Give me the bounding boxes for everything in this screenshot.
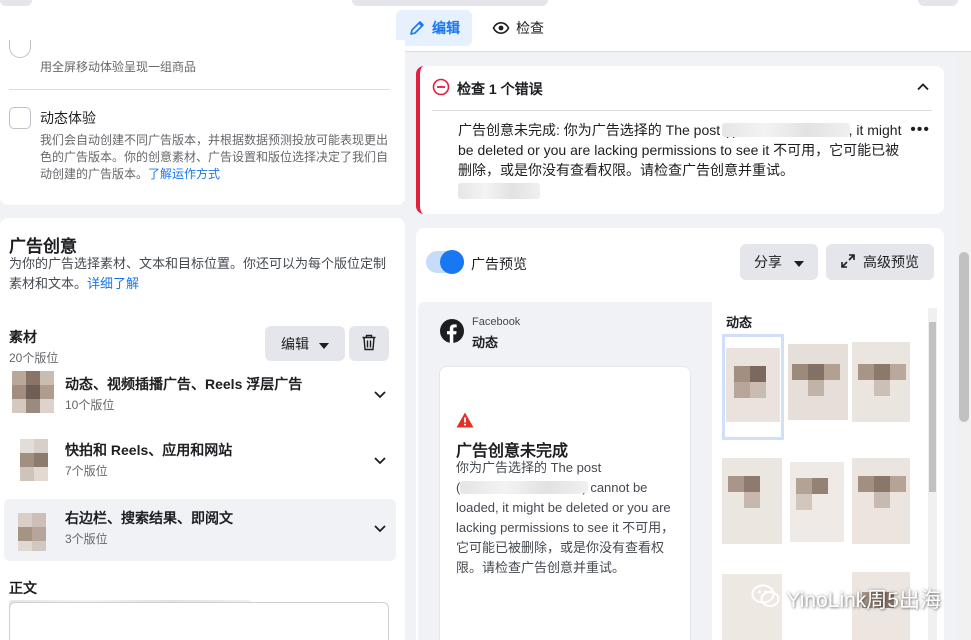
page-scrollbar[interactable] bbox=[957, 52, 971, 640]
radio-option[interactable] bbox=[9, 40, 31, 58]
dynamic-experience-checkbox[interactable] bbox=[9, 107, 31, 129]
preview-error-panel: 广告创意未完成 你为广告选择的 The post () cannot be lo… bbox=[439, 366, 691, 640]
delete-media-button[interactable] bbox=[349, 326, 389, 361]
learn-how-link[interactable]: 了解运作方式 bbox=[148, 167, 220, 181]
share-label: 分享 bbox=[754, 254, 782, 270]
tab-review-label: 检查 bbox=[516, 20, 544, 36]
preview-error-body: 你为广告选择的 The post () cannot be loaded, it… bbox=[456, 460, 675, 575]
topbar-edge bbox=[918, 0, 958, 6]
warning-icon bbox=[456, 412, 474, 431]
redacted-text bbox=[722, 123, 850, 137]
divider bbox=[9, 89, 390, 90]
placement-group-stories[interactable]: 快拍和 Reels、应用和网站 7个版位 bbox=[4, 431, 396, 493]
placement-name: 动态 bbox=[472, 335, 499, 350]
topbar-edge bbox=[0, 0, 32, 6]
placement-group-right-column[interactable]: 右边栏、搜索结果、即阅文 3个版位 bbox=[4, 499, 396, 561]
fullscreen-desc: 用全屏移动体验呈现一组商品 bbox=[40, 60, 197, 74]
tab-edit-label: 编辑 bbox=[432, 20, 460, 36]
redacted-text bbox=[458, 183, 540, 199]
advanced-preview-button[interactable]: 高级预览 bbox=[826, 244, 934, 280]
placement-group-count: 10个版位 bbox=[65, 398, 115, 412]
placement-group-title: 右边栏、搜索结果、即阅文 bbox=[65, 510, 233, 526]
placement-group-feeds[interactable]: 动态、视频插播广告、Reels 浮层广告 10个版位 bbox=[4, 365, 396, 427]
media-count: 20个版位 bbox=[9, 351, 59, 365]
creative-desc: 为你的广告选择素材、文本和目标位置。你还可以为每个版位定制素材和文本。详细了解 bbox=[9, 256, 387, 291]
edit-media-button[interactable]: 编辑 bbox=[265, 326, 345, 361]
media-thumbnail bbox=[12, 371, 56, 421]
chevron-down-icon bbox=[372, 386, 388, 402]
edit-media-label: 编辑 bbox=[281, 335, 309, 352]
caret-down-icon bbox=[319, 336, 329, 352]
body-text-label: 正文 bbox=[9, 580, 37, 596]
chevron-down-icon bbox=[372, 520, 388, 536]
pencil-icon bbox=[408, 19, 426, 37]
placement-group-count: 3个版位 bbox=[65, 532, 108, 546]
share-button[interactable]: 分享 bbox=[740, 244, 818, 280]
topbar-edge bbox=[352, 0, 548, 6]
creative-card: 广告创意 为你的广告选择素材、文本和目标位置。你还可以为每个版位定制素材和文本。… bbox=[0, 218, 405, 640]
ad-preview-label: 广告预览 bbox=[471, 256, 527, 272]
wechat-logo-icon bbox=[751, 583, 781, 615]
tab-review[interactable]: 检查 bbox=[480, 10, 556, 46]
watermark-text: YinoLink周5出海 bbox=[786, 589, 941, 612]
platform-name: Facebook bbox=[472, 316, 521, 328]
format-options-card: 用全屏移动体验呈现一组商品 动态体验 我们会自动创建不同广告版本，并根据数据预测… bbox=[0, 40, 405, 205]
ad-preview-card: 广告预览 分享 高级预览 Facebook 动态 广告创意未完成 你为广告选择的… bbox=[416, 228, 944, 640]
media-label: 素材 bbox=[9, 329, 37, 345]
chevron-down-icon bbox=[372, 452, 388, 468]
advanced-preview-label: 高级预览 bbox=[863, 254, 919, 270]
error-circle-icon bbox=[432, 78, 450, 99]
trash-icon bbox=[361, 334, 377, 354]
eye-icon bbox=[492, 19, 510, 37]
review-title: 检查 1 个错误 bbox=[457, 81, 543, 97]
divider bbox=[432, 110, 932, 111]
chevron-up-icon[interactable] bbox=[916, 80, 930, 97]
caret-down-icon bbox=[794, 254, 804, 270]
dynamic-desc: 我们会自动创建不同广告版本，并根据数据预测投放可能表现更出色的广告版本。你的创意… bbox=[40, 133, 389, 181]
more-options-icon[interactable]: ••• bbox=[910, 122, 930, 138]
media-thumbnail bbox=[12, 505, 56, 555]
facebook-logo-icon bbox=[440, 319, 464, 346]
watermark: YinoLink周5出海 bbox=[751, 583, 941, 615]
expand-icon bbox=[841, 253, 855, 271]
review-error-card: 检查 1 个错误 广告创意未完成: 你为广告选择的 The post ( ) c… bbox=[416, 66, 944, 214]
learn-more-link[interactable]: 详细了解 bbox=[87, 276, 139, 291]
body-text-input[interactable] bbox=[9, 602, 389, 640]
redacted-text bbox=[464, 481, 588, 493]
media-thumbnail bbox=[12, 437, 56, 487]
tab-edit[interactable]: 编辑 bbox=[396, 10, 472, 46]
feed-grid-heading: 动态 bbox=[726, 315, 753, 330]
ad-preview-toggle[interactable] bbox=[426, 250, 464, 274]
placement-group-count: 7个版位 bbox=[65, 464, 108, 478]
placement-group-title: 动态、视频插播广告、Reels 浮层广告 bbox=[65, 376, 303, 392]
dynamic-title: 动态体验 bbox=[40, 110, 96, 126]
placement-group-title: 快拍和 Reels、应用和网站 bbox=[65, 442, 233, 458]
